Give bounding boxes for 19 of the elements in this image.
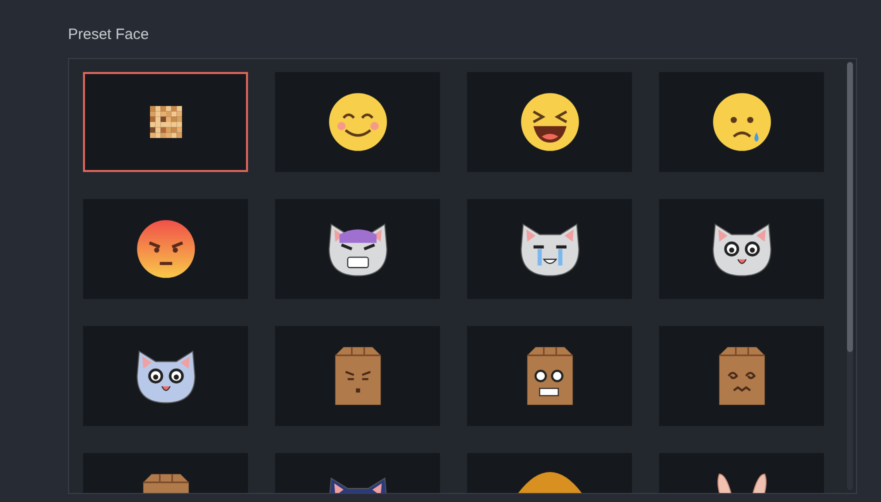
face-preset-tile[interactable] [275,326,440,426]
face-preset-tile[interactable] [659,326,824,426]
face-preset-tile[interactable] [83,326,248,426]
face-preset-tile[interactable] [83,72,248,172]
face-preset-tile[interactable] [275,72,440,172]
face-preset-tile[interactable] [659,72,824,172]
emoji-face-icon [710,91,772,153]
emoji-face-icon [518,91,580,153]
face-preset-tile[interactable] [467,326,632,426]
pixelated-mosaic-icon [150,106,182,138]
emoji-face-icon [134,218,196,280]
face-preset-tile[interactable] [467,199,632,299]
face-preset-tile[interactable] [275,199,440,299]
face-preset-tile[interactable] [83,199,248,299]
face-preset-tile[interactable] [659,199,824,299]
section-title: Preset Face [68,25,150,45]
emoji-face-icon [326,91,388,153]
scrollbar-thumb[interactable] [847,62,853,352]
face-preset-tile[interactable] [467,72,632,172]
